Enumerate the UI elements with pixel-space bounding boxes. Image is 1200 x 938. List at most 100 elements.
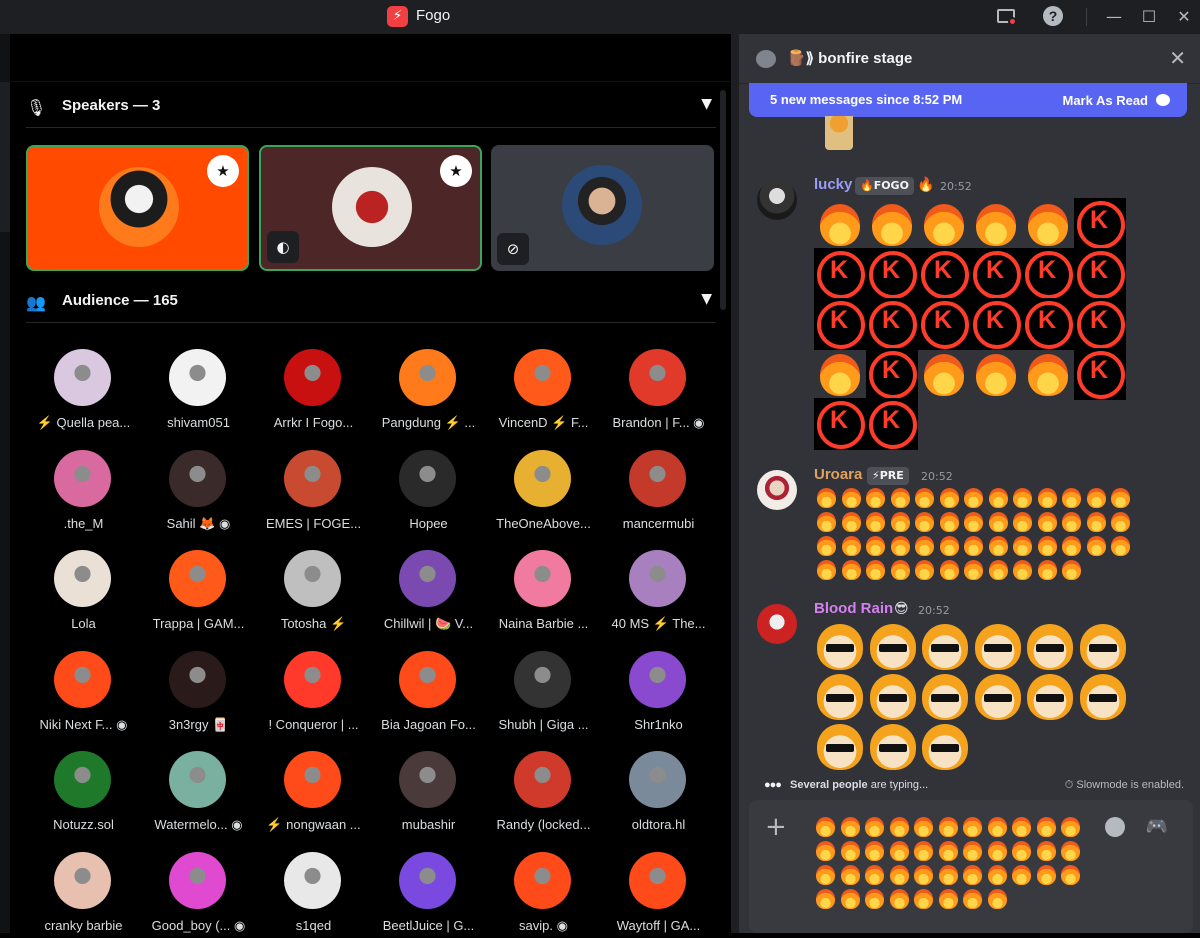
message-author[interactable]: Blood Rain <box>814 600 893 617</box>
emoji-picker-icon[interactable] <box>1105 817 1125 837</box>
audience-member[interactable]: Pangdung ⚡ ... <box>371 340 486 435</box>
audience-member[interactable]: Notuzz.sol <box>26 742 141 837</box>
audience-member[interactable]: Arrkr I Fogo... <box>256 340 371 435</box>
message-time: 20:52 <box>921 470 953 483</box>
help-icon[interactable]: ? <box>1043 6 1065 28</box>
speaker-tile[interactable]: ⊘ <box>491 145 714 271</box>
message-author[interactable]: Uroara <box>814 466 862 483</box>
audience-member-name: s1qed <box>295 917 332 933</box>
audience-member-name: Pangdung ⚡ ... <box>381 415 476 430</box>
audience-member[interactable]: TheOneAbove... <box>486 441 601 536</box>
speaker-tile[interactable]: ★ <box>26 145 249 271</box>
audience-member[interactable]: EMES | FOGE... <box>256 441 371 536</box>
gamepad-icon[interactable]: 🎮 <box>1146 818 1168 836</box>
audience-member[interactable]: mubashir <box>371 742 486 837</box>
avatar <box>169 550 226 607</box>
audience-member-name: Niki Next F... ◉ <box>39 716 128 732</box>
audience-member-name: Trappa | GAM... <box>152 616 245 631</box>
close-window-button[interactable]: ✕ <box>1173 6 1195 28</box>
avatar[interactable] <box>757 180 797 220</box>
audience-member-name: Good_boy (... ◉ <box>151 917 246 933</box>
audience-member[interactable]: Totosha ⚡ <box>256 541 371 636</box>
audience-member-name: Naina Barbie ... <box>498 616 589 631</box>
avatar[interactable] <box>757 470 797 510</box>
message-time: 20:52 <box>940 180 972 193</box>
audience-member[interactable]: Niki Next F... ◉ <box>26 642 141 737</box>
fogo-logo-icon: ⚡ <box>387 6 408 27</box>
audience-member[interactable]: Shr1nko <box>601 642 716 737</box>
avatar <box>399 550 456 607</box>
audience-member[interactable]: Trappa | GAM... <box>141 541 256 636</box>
audience-member[interactable]: cranky barbie <box>26 843 141 938</box>
avatar[interactable] <box>757 604 797 644</box>
audience-member[interactable]: Naina Barbie ... <box>486 541 601 636</box>
audience-member[interactable]: ⚡ nongwaan ... <box>256 742 371 837</box>
stage-scrollbar[interactable] <box>720 90 726 910</box>
audience-member-name: cranky barbie <box>44 917 123 933</box>
audience-member[interactable]: Watermelo... ◉ <box>141 742 256 837</box>
people-icon: 👥 <box>26 293 46 312</box>
speakers-label: Speakers — 3 <box>62 97 161 114</box>
audience-member[interactable]: 3n3rgy 🀄 <box>141 642 256 737</box>
message-composer[interactable]: + 🎮 <box>749 800 1193 933</box>
audience-member[interactable]: 40 MS ⚡ The... <box>601 541 716 636</box>
stage-header <box>10 34 731 82</box>
message-time: 20:52 <box>918 604 950 617</box>
audience-member[interactable]: Brandon | F... ◉ <box>601 340 716 435</box>
mark-as-read-button[interactable]: Mark As Read <box>1055 90 1179 112</box>
audience-member[interactable]: Randy (locked... <box>486 742 601 837</box>
fire-emoji: 🔥 <box>917 177 935 193</box>
audience-member[interactable]: s1qed <box>256 843 371 938</box>
avatar <box>514 650 571 708</box>
audience-member[interactable]: Waytoff | GA... <box>601 843 716 938</box>
message-author[interactable]: lucky <box>814 176 852 193</box>
avatar <box>514 349 571 406</box>
audience-member[interactable]: shivam051 <box>141 340 256 435</box>
timer-icon: ⏱ <box>1064 779 1077 791</box>
audience-member-name: Totosha ⚡ <box>280 616 347 631</box>
audience-member[interactable]: savip. ◉ <box>486 843 601 938</box>
avatar <box>629 449 686 507</box>
avatar <box>399 349 456 406</box>
mark-read-icon <box>1156 94 1170 106</box>
audience-member-name: Sahil 🦊 ◉ <box>166 515 231 531</box>
audience-member[interactable]: Sahil 🦊 ◉ <box>141 441 256 536</box>
minimize-button[interactable]: — <box>1103 6 1125 28</box>
audience-member-name: Bia Jagoan Fo... <box>381 716 476 732</box>
audience-member[interactable]: Lola <box>26 541 141 636</box>
audience-member[interactable]: oldtora.hl <box>601 742 716 837</box>
attach-plus-button[interactable]: + <box>765 814 787 840</box>
audience-member[interactable]: ⚡ Quella pea... <box>26 340 141 435</box>
speakers-section-header[interactable]: 🎙 Speakers — 3 ▼ <box>26 88 716 128</box>
chevron-down-icon[interactable]: ▼ <box>701 291 712 307</box>
close-chat-button[interactable]: ✕ <box>1169 46 1186 70</box>
audience-member[interactable]: Shubh | Giga ... <box>486 642 601 737</box>
scroll-thumb[interactable] <box>720 90 726 310</box>
maximize-button[interactable]: ☐ <box>1138 6 1160 28</box>
audience-member-name: shivam051 <box>167 415 230 430</box>
audience-member[interactable]: Hopee <box>371 441 486 536</box>
audience-member-name: TheOneAbove... <box>496 515 591 531</box>
audience-member[interactable]: VincenD ⚡ F... <box>486 340 601 435</box>
audience-member[interactable]: ! Conqueror | ... <box>256 642 371 737</box>
audience-member[interactable]: Chillwil | 🍉 V... <box>371 541 486 636</box>
left-rail <box>0 34 10 933</box>
audience-member-name: .the_M <box>63 515 104 531</box>
avatar <box>332 167 412 247</box>
avatar <box>284 349 341 406</box>
audience-member[interactable]: .the_M <box>26 441 141 536</box>
audience-member[interactable]: Bia Jagoan Fo... <box>371 642 486 737</box>
audience-section-header[interactable]: 👥 Audience — 165 ▼ <box>26 283 716 323</box>
microphone-icon: 🎙 <box>26 98 47 117</box>
audience-member[interactable]: Good_boy (... ◉ <box>141 843 256 938</box>
chevron-down-icon[interactable]: ▼ <box>701 96 712 112</box>
audience-member[interactable]: BeetlJuice | G... <box>371 843 486 938</box>
avatar <box>54 449 111 507</box>
audience-member[interactable]: mancermubi <box>601 441 716 536</box>
screen-share-icon[interactable] <box>996 6 1018 28</box>
speaker-tile[interactable]: ★ ◐ <box>259 145 482 271</box>
audience-member-name: BeetlJuice | G... <box>382 917 475 933</box>
avatar <box>169 449 226 507</box>
avatar <box>562 165 642 245</box>
new-messages-bar[interactable]: 5 new messages since 8:52 PM Mark As Rea… <box>749 83 1187 117</box>
